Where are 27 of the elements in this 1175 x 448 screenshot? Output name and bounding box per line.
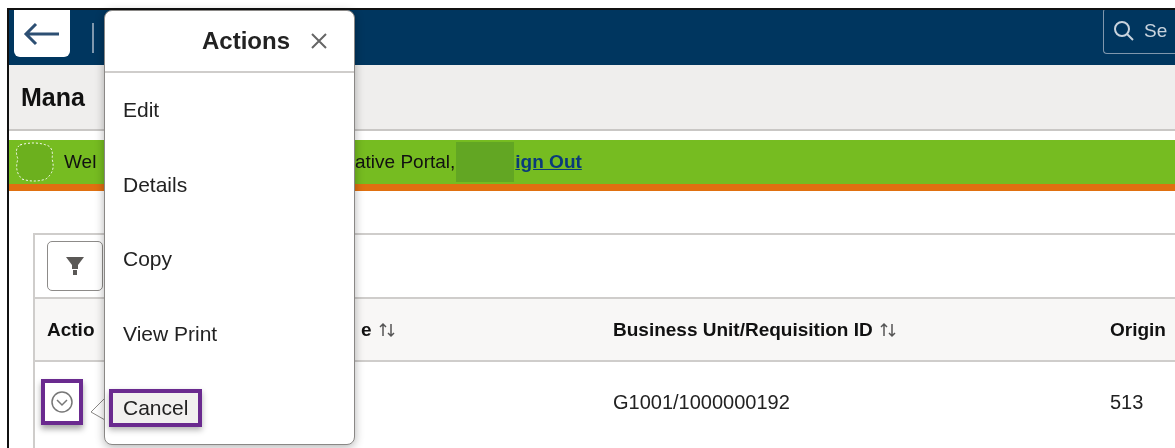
sort-icon[interactable] [377, 320, 396, 339]
back-arrow-icon [23, 21, 61, 46]
chevron-circle-icon [50, 390, 74, 414]
table-cell: G1001/1000000192 [613, 390, 790, 414]
welcome-text: ative Portal, [355, 151, 456, 173]
column-header[interactable]: Actio [47, 318, 95, 341]
menu-item[interactable]: View Print [123, 321, 218, 346]
menu-item[interactable]: Copy [123, 247, 173, 272]
popup-title: Actions [202, 27, 290, 55]
page-title: Mana [21, 82, 85, 112]
search-field[interactable]: Se [1103, 10, 1175, 54]
welcome-text: Wel [64, 151, 97, 173]
filter-button[interactable] [47, 241, 103, 291]
menu-item[interactable]: Edit [123, 98, 160, 123]
sign-out-link[interactable]: ign Out [515, 151, 582, 173]
menu-item[interactable]: Details [123, 172, 188, 197]
row-actions-button[interactable] [41, 379, 83, 425]
filter-icon [65, 255, 85, 277]
close-icon [310, 32, 328, 50]
close-button[interactable] [310, 32, 328, 50]
column-header[interactable]: e [361, 318, 372, 341]
back-button[interactable] [14, 10, 70, 57]
table-cell: 513 [1110, 390, 1144, 414]
sort-icon[interactable] [878, 320, 897, 339]
menu-item[interactable]: Cancel [109, 389, 203, 428]
column-header[interactable]: Business Unit/Requisition ID [613, 318, 873, 341]
search-icon [1113, 20, 1135, 42]
